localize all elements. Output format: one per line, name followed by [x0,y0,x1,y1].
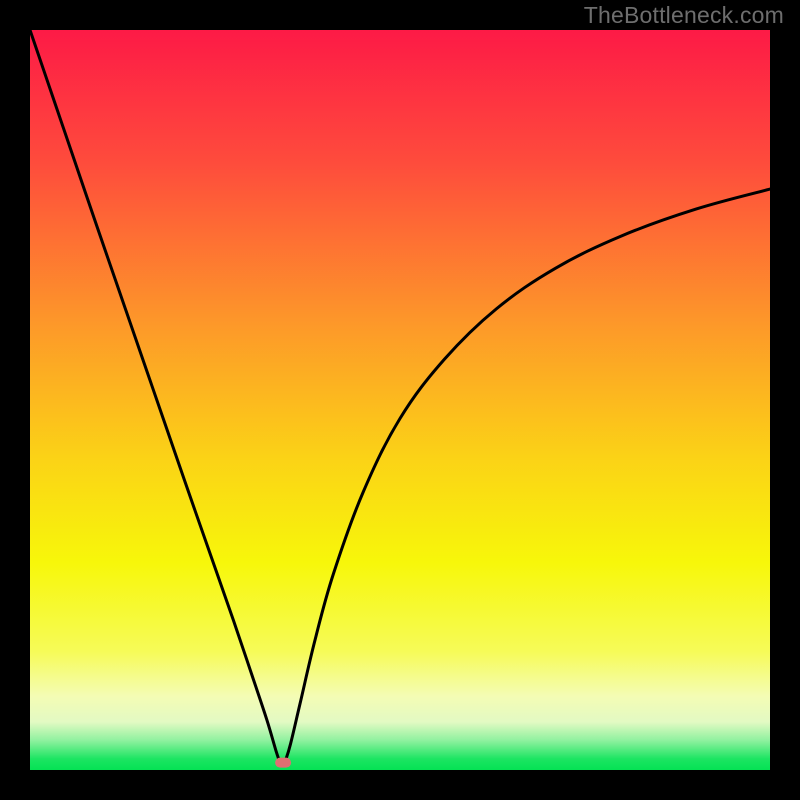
minimum-dot [275,758,291,768]
minimum-marker [275,758,291,768]
bottleneck-chart [0,0,800,800]
plot-background [30,30,770,770]
chart-frame: TheBottleneck.com [0,0,800,800]
